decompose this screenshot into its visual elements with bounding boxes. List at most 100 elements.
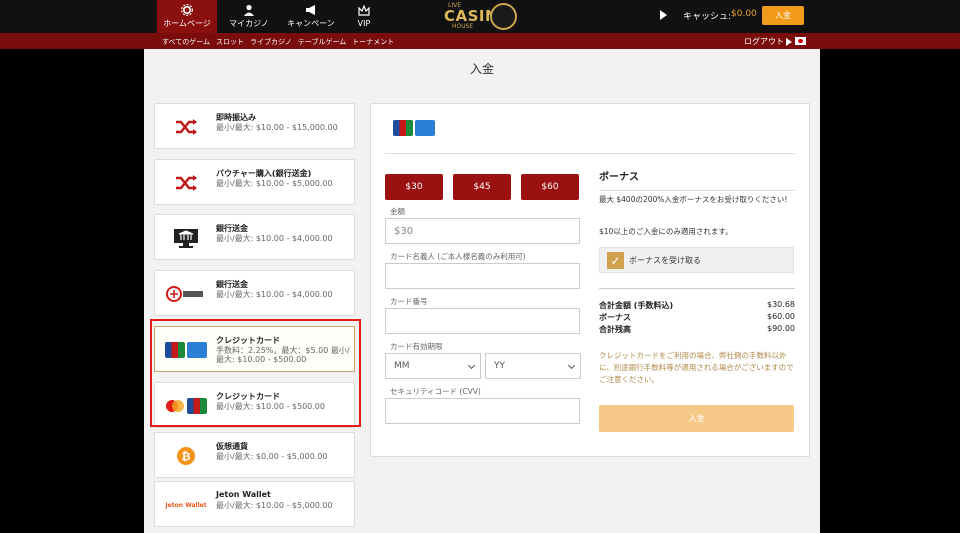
deposit-panel: 入金 即時振込み 最小/最大: $10.00 - $15,000.00 バウチャ…: [144, 49, 820, 533]
summary-value: $90.00: [767, 324, 795, 333]
japan-flag-icon[interactable]: [795, 37, 806, 45]
highlight-box: [150, 319, 361, 427]
fee-note: クレジットカードをご利用の場合、弊社側の手数料以外に、別途銀行手数料等が適用され…: [599, 351, 794, 384]
summary-label: 合計金額 (手数料込): [599, 301, 674, 310]
cvv-input[interactable]: [385, 398, 580, 424]
method-title: 銀行送金: [216, 224, 248, 233]
shuffle-icon: [165, 116, 207, 138]
subnav-tournament[interactable]: トーナメント: [352, 37, 394, 47]
megaphone-icon: [306, 5, 315, 15]
bonus-checkbox[interactable]: ✓ ボーナスを受け取る: [599, 247, 794, 273]
submit-deposit-button[interactable]: 入金: [599, 405, 794, 432]
method-bank-transfer-1[interactable]: 銀行送金 最小/最大: $10.00 - $4,000.00: [154, 214, 355, 260]
bitcoin-icon: ₿: [165, 445, 207, 467]
bonus-desc: 最大 $400の200%入金ボーナスをお受け取りください!: [599, 195, 788, 204]
user-icon: [244, 4, 254, 16]
method-title: バウチャー購入(銀行送金): [216, 169, 312, 178]
expiry-year-value: YY: [494, 361, 505, 371]
bonus-checkbox-label: ボーナスを受け取る: [629, 256, 701, 265]
summary-row: 合計残高 $90.00: [599, 324, 795, 335]
logo-badge-icon: [490, 3, 517, 30]
card-number-input[interactable]: [385, 308, 580, 334]
amount-label: 金額: [390, 207, 405, 216]
sub-nav-bar: [0, 33, 960, 49]
subnav-slots[interactable]: スロット: [216, 37, 244, 47]
method-bank-transfer-2[interactable]: 銀行送金 最小/最大: $10.00 - $4,000.00: [154, 270, 355, 316]
method-title: 銀行送金: [216, 280, 248, 289]
expiry-month-value: MM: [394, 361, 410, 371]
summary-row: ボーナス $60.00: [599, 312, 795, 323]
jeton-wallet-icon: Jeton Wallet: [165, 494, 207, 516]
checkmark-icon: ✓: [607, 252, 624, 269]
method-crypto[interactable]: ₿ 仮想通貨 最小/最大: $0.00 - $5,000.00: [154, 432, 355, 478]
bank-transfer-icon: [165, 283, 207, 305]
cardholder-input[interactable]: [385, 263, 580, 289]
nav-vip-label: VIP: [357, 19, 371, 28]
deposit-form: $30 $45 $60 金額 $30 カード名義人 (ご本人様名義のみ利用可) …: [370, 103, 810, 457]
play-icon[interactable]: [660, 10, 667, 20]
header-deposit-button[interactable]: 入金: [762, 6, 804, 25]
method-title: Jeton Wallet: [216, 490, 271, 499]
summary-value: $60.00: [767, 312, 795, 321]
summary-row: 合計金額 (手数料込) $30.68: [599, 300, 795, 311]
card-logos: [393, 120, 435, 140]
card-number-label: カード番号: [390, 297, 428, 306]
expiry-label: カード有効期限: [390, 342, 443, 351]
summary-value: $30.68: [767, 300, 795, 309]
shuffle-icon: [165, 172, 207, 194]
method-title: 即時振込み: [216, 113, 256, 122]
method-desc: 最小/最大: $10.00 - $4,000.00: [216, 290, 333, 299]
expiry-year-select[interactable]: YY: [485, 353, 581, 379]
nav-vip[interactable]: VIP: [334, 0, 394, 33]
nav-my-casino-label: マイカジノ: [229, 19, 269, 28]
gear-icon: [181, 4, 193, 16]
bank-monitor-icon: [165, 227, 207, 249]
nav-home-label: ホームページ: [163, 19, 211, 28]
subnav-live-casino[interactable]: ライブカジノ: [250, 37, 292, 47]
amount-45-button[interactable]: $45: [453, 174, 511, 200]
method-title: 仮想通貨: [216, 442, 248, 451]
logout-link[interactable]: ログアウト: [744, 36, 784, 47]
jeton-logo-text: Jeton Wallet: [165, 501, 207, 509]
cvv-label: セキュリティコード (CVV): [390, 387, 481, 396]
summary-label: ボーナス: [599, 313, 631, 322]
method-desc: 最小/最大: $10.00 - $15,000.00: [216, 123, 338, 132]
bonus-note: $10以上のご入金にのみ適用されます。: [599, 227, 733, 236]
nav-campaign[interactable]: キャンペーン: [281, 0, 341, 33]
jcb-logo-icon: [393, 120, 413, 136]
summary-label: 合計残高: [599, 325, 631, 334]
method-desc: 最小/最大: $10.00 - $5,000.00: [216, 179, 333, 188]
divider: [599, 190, 795, 191]
nav-campaign-label: キャンペーン: [287, 19, 335, 28]
cash-label: キャッシュ:: [683, 12, 732, 22]
site-logo[interactable]: LIVE CASINO HOUSE: [440, 2, 520, 31]
method-jeton-wallet[interactable]: Jeton Wallet Jeton Wallet 最小/最大: $10.00 …: [154, 481, 355, 527]
nav-home[interactable]: ホームページ: [157, 0, 217, 33]
subnav-table-games[interactable]: テーブルゲーム: [298, 37, 346, 47]
bonus-title: ボーナス: [599, 172, 639, 183]
expiry-month-select[interactable]: MM: [385, 353, 481, 379]
chevron-down-icon: [567, 361, 576, 370]
subnav-all-games[interactable]: すべてのゲーム: [162, 37, 210, 47]
crown-icon: [358, 5, 370, 16]
amount-30-button[interactable]: $30: [385, 174, 443, 200]
method-desc: 最小/最大: $10.00 - $4,000.00: [216, 234, 333, 243]
amount-input[interactable]: $30: [385, 218, 580, 244]
cash-value: $0.00: [731, 9, 757, 19]
language-arrow-icon[interactable]: [786, 38, 792, 46]
sub-nav: すべてのゲーム スロット ライブカジノ テーブルゲーム トーナメント: [162, 37, 394, 47]
amount-60-button[interactable]: $60: [521, 174, 579, 200]
divider: [385, 153, 795, 154]
divider: [599, 288, 795, 289]
cardholder-label: カード名義人 (ご本人様名義のみ利用可): [390, 252, 526, 261]
top-bar: ホームページ マイカジノ キャンペーン VIP LIVE CASINO HOUS…: [0, 0, 960, 33]
nav-my-casino[interactable]: マイカジノ: [219, 0, 279, 33]
amex-logo-icon: [415, 120, 435, 136]
method-voucher[interactable]: バウチャー購入(銀行送金) 最小/最大: $10.00 - $5,000.00: [154, 159, 355, 205]
svg-text:₿: ₿: [182, 450, 191, 463]
page-title: 入金: [469, 62, 494, 76]
method-instant-transfer[interactable]: 即時振込み 最小/最大: $10.00 - $15,000.00: [154, 103, 355, 149]
chevron-down-icon: [467, 361, 476, 370]
logo-house: HOUSE: [452, 23, 474, 30]
method-desc: 最小/最大: $10.00 - $5,000.00: [216, 501, 333, 510]
